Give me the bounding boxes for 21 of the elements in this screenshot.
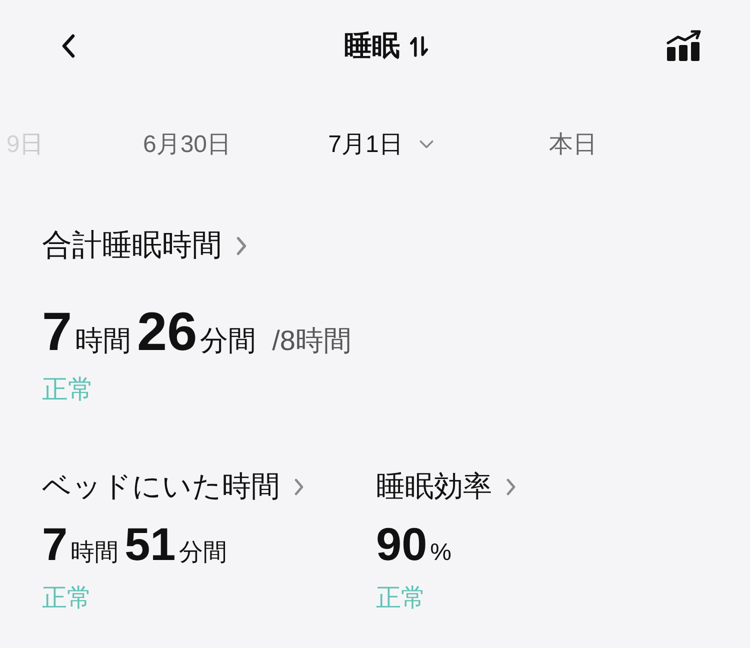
back-chevron-icon [61, 34, 75, 58]
status-text: 正常 [42, 583, 92, 614]
metric-link[interactable]: ベッドにいた時間 [42, 467, 304, 507]
date-tab[interactable]: 7月1日 [326, 124, 436, 164]
total-sleep-link[interactable]: 合計睡眠時間 [42, 225, 247, 266]
date-tab[interactable]: 6月30日 [140, 124, 234, 164]
chevron-right-icon [236, 236, 247, 256]
status-text: 正常 [42, 373, 94, 406]
bar-chart-trend-icon[interactable] [666, 30, 702, 62]
screen-title: 睡眠 [344, 29, 400, 63]
sleep-goal-text: /8時間 [272, 324, 352, 358]
status-text: 正常 [376, 583, 426, 614]
swap-arrows-icon[interactable] [410, 36, 428, 56]
caret-icon [418, 140, 434, 148]
metric-link[interactable]: 睡眠効率 [376, 467, 516, 507]
metric-value: 7 時間 51 分間 [42, 521, 228, 567]
sleep-duration-value: 7 時間 26分間 [42, 305, 258, 359]
metric-value: 90% [376, 521, 453, 567]
chevron-right-icon [294, 478, 304, 496]
date-tab[interactable]: 本日 [547, 124, 599, 164]
chevron-right-icon [506, 478, 516, 496]
